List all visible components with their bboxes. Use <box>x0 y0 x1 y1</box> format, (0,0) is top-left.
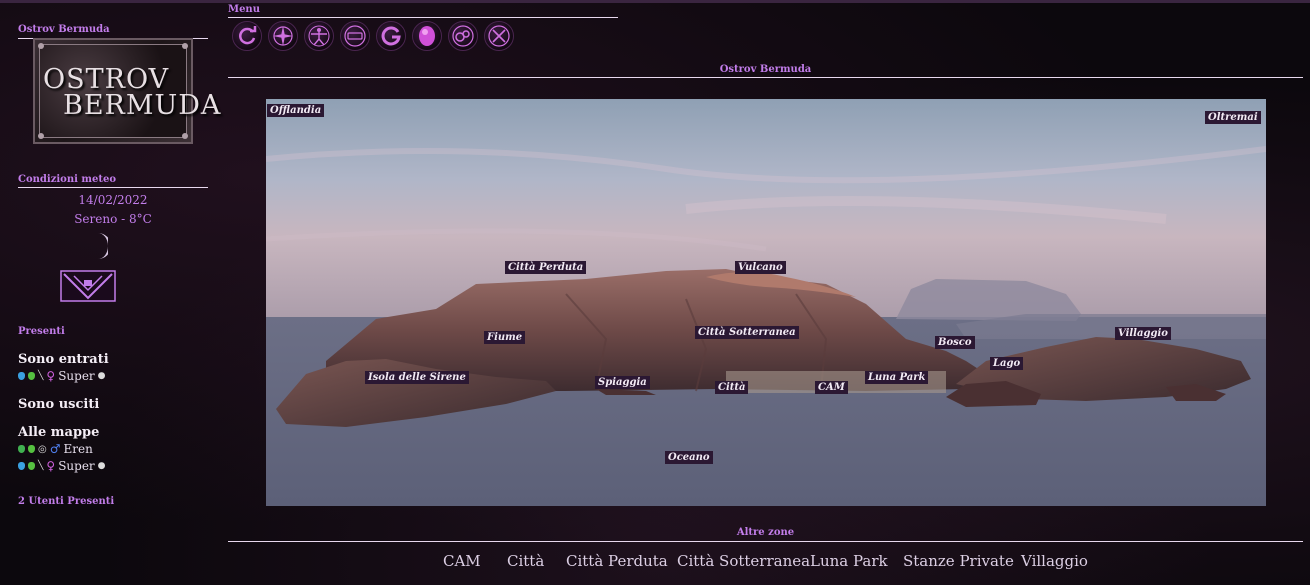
map-user-row[interactable]: ◎ ♂ Eren <box>18 442 93 456</box>
wand-icon: ╲ <box>38 461 44 471</box>
scroll-button[interactable] <box>340 21 370 51</box>
race-icon <box>18 462 25 470</box>
menu-title: Menu <box>228 4 260 15</box>
divider <box>228 17 618 18</box>
zone-link-cam[interactable]: CAM <box>443 552 481 570</box>
sigil-icon <box>60 270 116 302</box>
status-icon <box>28 372 35 380</box>
logo-text-line2: BERMUDA <box>63 90 222 121</box>
map-location-fiume[interactable]: Fiume <box>484 331 526 344</box>
map-title: Ostrov Bermuda <box>719 64 812 75</box>
users-count: 2 Utenti Presenti <box>18 496 115 507</box>
divider <box>18 187 208 188</box>
refresh-icon <box>239 26 257 45</box>
divider <box>228 541 1303 542</box>
map-location-citta-perduta[interactable]: Città Perduta <box>505 261 587 274</box>
exited-title: Sono usciti <box>18 397 100 412</box>
compass-icon <box>273 26 293 46</box>
spiral-icon: ◎ <box>38 443 47 455</box>
zone-link-stanze-private[interactable]: Stanze Private <box>903 552 1014 570</box>
gears-icon <box>452 25 474 47</box>
gears-button[interactable] <box>448 21 478 51</box>
swirl-icon <box>381 26 401 46</box>
other-zones-title: Altre zone <box>736 527 795 538</box>
bulb-icon: ● <box>97 371 106 381</box>
compass-button[interactable] <box>268 21 298 51</box>
bulb-icon: ● <box>97 461 106 471</box>
map-location-isola-sirene[interactable]: Isola delle Sirene <box>365 371 469 384</box>
map-user-row[interactable]: ╲ ♀ Super ● <box>18 459 106 473</box>
weather-title: Condizioni meteo <box>18 174 116 185</box>
island-map: Offlandia Oltremai Città Perduta Vulcano… <box>266 99 1266 506</box>
site-logo[interactable]: OSTROV BERMUDA <box>33 38 220 144</box>
logout-button[interactable] <box>484 21 514 51</box>
maps-title: Alle mappe <box>18 425 100 440</box>
island-map-image <box>266 99 1266 506</box>
map-location-citta-sotterranea[interactable]: Città Sotterranea <box>695 326 799 339</box>
user-name[interactable]: Super <box>58 459 94 473</box>
map-location-offlandia[interactable]: Offlandia <box>267 104 325 117</box>
scroll-icon <box>344 25 366 47</box>
map-location-citta[interactable]: Città <box>715 381 749 394</box>
vitruvian-icon <box>308 25 330 47</box>
present-title: Presenti <box>18 326 65 337</box>
entered-title: Sono entrati <box>18 352 109 367</box>
character-button[interactable] <box>304 21 334 51</box>
map-location-spiaggia[interactable]: Spiaggia <box>595 376 650 389</box>
weather-desc: Sereno - 8°C <box>74 212 152 226</box>
race-icon <box>18 445 25 453</box>
swirl-button[interactable] <box>376 21 406 51</box>
status-icon <box>28 445 35 453</box>
female-icon: ♀ <box>46 369 56 383</box>
male-icon: ♂ <box>49 442 61 456</box>
zone-link-citta-sotterranea[interactable]: Città Sotterranea <box>677 552 810 570</box>
close-icon <box>488 25 510 47</box>
map-location-cam[interactable]: CAM <box>815 381 848 394</box>
status-icon <box>28 462 35 470</box>
female-icon: ♀ <box>46 459 56 473</box>
race-icon <box>18 372 25 380</box>
wand-icon: ╲ <box>38 371 44 381</box>
map-location-vulcano[interactable]: Vulcano <box>735 261 786 274</box>
top-border <box>0 0 1310 3</box>
map-location-lago[interactable]: Lago <box>990 357 1024 370</box>
user-name[interactable]: Super <box>58 369 94 383</box>
map-location-oceano[interactable]: Oceano <box>665 451 713 464</box>
orb-icon <box>419 26 435 46</box>
entered-user-row[interactable]: ╲ ♀ Super ● <box>18 369 106 383</box>
zone-link-citta[interactable]: Città <box>507 552 544 570</box>
divider <box>228 77 1303 78</box>
zone-link-luna-park[interactable]: Luna Park <box>810 552 888 570</box>
weather-date: 14/02/2022 <box>78 193 148 207</box>
moon-icon <box>98 233 108 259</box>
user-name[interactable]: Eren <box>64 442 93 456</box>
site-title: Ostrov Bermuda <box>18 24 110 35</box>
refresh-button[interactable] <box>232 21 262 51</box>
map-location-oltremai[interactable]: Oltremai <box>1205 111 1261 124</box>
map-location-bosco[interactable]: Bosco <box>935 336 975 349</box>
map-location-villaggio[interactable]: Villaggio <box>1115 327 1171 340</box>
map-location-luna-park[interactable]: Luna Park <box>865 371 929 384</box>
zone-link-villaggio[interactable]: Villaggio <box>1021 552 1088 570</box>
zone-link-citta-perduta[interactable]: Città Perduta <box>566 552 668 570</box>
orb-button[interactable] <box>412 21 442 51</box>
